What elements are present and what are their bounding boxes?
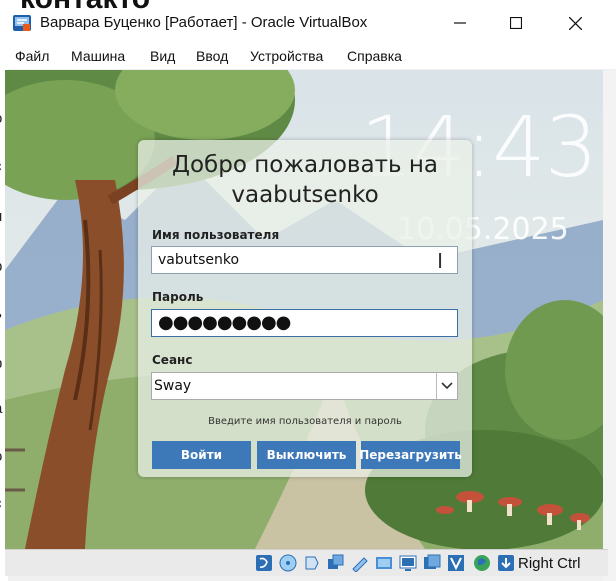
recording-icon[interactable]: [423, 554, 441, 572]
menu-devices[interactable]: Устройства: [250, 48, 323, 64]
password-label: Пароль: [152, 290, 204, 304]
vm-display[interactable]: 14:43 10.05.2025 Добро пожаловать на vaa…: [5, 70, 603, 549]
session-select[interactable]: Sway: [151, 372, 458, 400]
window-title: Варвара Буценко [Работает] - Oracle Virt…: [40, 14, 368, 31]
mouse-integration-icon[interactable]: [473, 554, 491, 572]
reboot-button[interactable]: Перезагрузить: [359, 441, 462, 469]
display-icon[interactable]: [375, 554, 393, 572]
session-label: Сеанс: [152, 353, 193, 367]
cpu-icon[interactable]: [447, 554, 465, 572]
maximize-button[interactable]: [493, 8, 539, 38]
menu-view[interactable]: Вид: [150, 48, 175, 64]
login-hint: Введите имя пользователя и пароль: [208, 416, 402, 427]
text-cursor-icon: I: [437, 249, 443, 273]
close-button[interactable]: [552, 8, 598, 38]
minimize-button[interactable]: [437, 8, 483, 38]
menu-help[interactable]: Справка: [347, 48, 402, 64]
username-field[interactable]: vabutsenko I: [151, 246, 458, 274]
network-icon[interactable]: [327, 554, 345, 572]
audio-icon[interactable]: [279, 554, 297, 572]
shutdown-button[interactable]: Выключить: [257, 441, 356, 469]
background-page-right: [603, 70, 616, 581]
minimize-icon: [454, 22, 466, 24]
maximize-icon: [510, 17, 522, 29]
menu-machine[interactable]: Машина: [71, 48, 125, 64]
password-value: ●●●●●●●●●: [158, 312, 291, 333]
close-icon: [568, 16, 582, 30]
password-field[interactable]: ●●●●●●●●●: [151, 309, 458, 337]
session-value: Sway: [154, 378, 192, 394]
login-button[interactable]: Войти: [152, 441, 251, 469]
usb-icon[interactable]: [303, 554, 321, 572]
chevron-down-icon: [436, 373, 457, 399]
shared-folders-icon[interactable]: [351, 554, 369, 572]
username-label: Имя пользователя: [152, 228, 280, 242]
keyboard-icon[interactable]: [497, 554, 515, 572]
virtualbox-app-icon: [13, 15, 31, 31]
video-capture-icon[interactable]: [399, 554, 417, 572]
menu-bar: Файл Машина Вид Ввод Устройства Справка: [0, 45, 616, 69]
status-bar: Right Ctrl: [5, 549, 608, 576]
login-dialog: Добро пожаловать на vaabutsenko Имя поль…: [138, 140, 472, 477]
title-bar[interactable]: контакто Варвара Буценко [Работает] - Or…: [0, 0, 616, 45]
welcome-heading: Добро пожаловать на vaabutsenko: [138, 150, 472, 210]
hostname: vaabutsenko: [231, 182, 379, 208]
host-key-label[interactable]: Right Ctrl: [518, 555, 581, 572]
welcome-line-1: Добро пожаловать на: [172, 152, 438, 178]
username-value: vabutsenko: [158, 252, 240, 268]
menu-input[interactable]: Ввод: [196, 48, 228, 64]
menu-file[interactable]: Файл: [15, 48, 49, 64]
virtualbox-window: контакто Варвара Буценко [Работает] - Or…: [0, 0, 616, 581]
optical-drive-icon[interactable]: [255, 554, 273, 572]
